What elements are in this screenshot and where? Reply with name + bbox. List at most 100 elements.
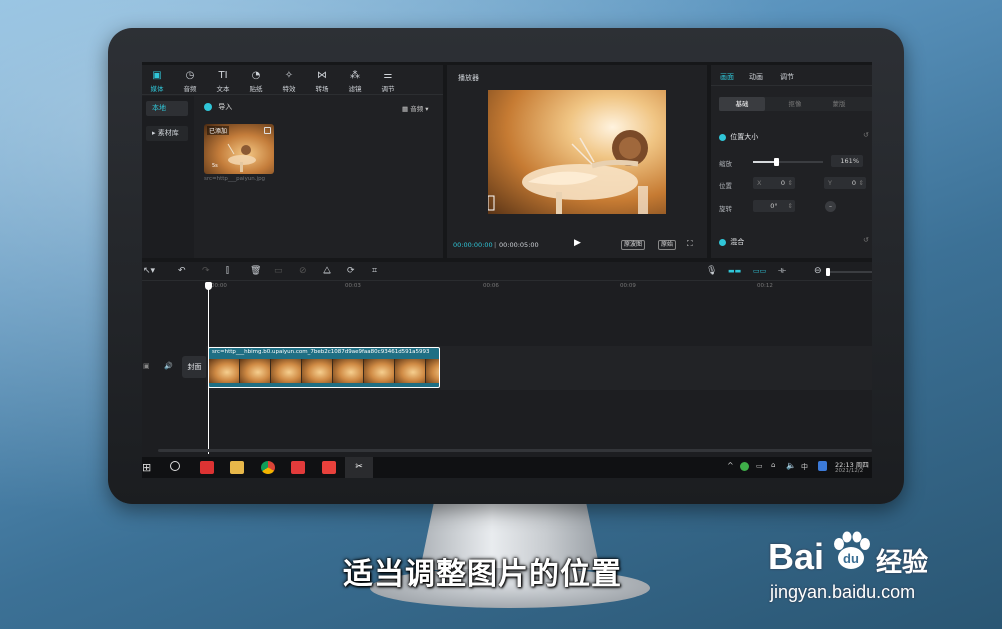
chrome-icon[interactable]: [261, 461, 275, 474]
microphone-icon[interactable]: 🎙: [706, 265, 717, 277]
grid-icon: ▦: [402, 105, 411, 113]
tool-transition[interactable]: ⋈ 转场: [307, 70, 337, 93]
checkbox-checked-icon: [719, 238, 726, 246]
crop-icon[interactable]: ⌗: [372, 265, 377, 277]
clip-name: src=http___hbimg.b0.upaiyun.com_7beb2c10…: [212, 349, 430, 355]
wps-icon[interactable]: [291, 461, 305, 474]
baidu-du-text: du: [843, 551, 859, 566]
tab-animation[interactable]: 动画: [749, 72, 763, 82]
timeline-scrollbar[interactable]: [158, 449, 872, 452]
netease-music-icon[interactable]: [200, 461, 214, 474]
section-blend[interactable]: 混合: [719, 237, 744, 247]
sidebar-item-local[interactable]: 本地: [146, 101, 188, 116]
properties-panel: 画面 动画 调节 基础 抠像 蒙版 位置大小 ↺ 缩放 161% 位置 X 0 …: [711, 65, 872, 258]
stepper-icon[interactable]: ⇕: [788, 200, 793, 212]
sticker-icon: ◔: [251, 70, 261, 81]
tool-effects[interactable]: ✧ 特效: [274, 70, 304, 93]
split-icon[interactable]: ⫿: [226, 265, 229, 277]
scale-slider[interactable]: [753, 158, 823, 166]
tool-media[interactable]: ▣ 媒体: [142, 70, 172, 93]
play-button[interactable]: ▶: [574, 238, 581, 248]
video-clip[interactable]: src=http___hbimg.b0.upaiyun.com_7beb2c10…: [208, 347, 440, 388]
track-visibility-icon[interactable]: ▣: [143, 362, 150, 370]
clip-frame: [364, 359, 395, 383]
subtab-mask[interactable]: 蒙版: [819, 97, 859, 111]
sidebar-item-library[interactable]: ▸ 素材库: [146, 126, 188, 141]
track-audio-icon[interactable]: 🔊: [164, 362, 173, 370]
freeze-icon[interactable]: ▭: [274, 265, 283, 277]
reset-icon[interactable]: ↺: [863, 131, 869, 139]
zoom-slider-handle[interactable]: [826, 268, 830, 276]
volume-icon[interactable]: 🔈: [786, 461, 796, 470]
ruler-tick: 00:09: [620, 283, 636, 289]
delete-icon[interactable]: 🗑: [250, 265, 261, 277]
tool-adjust[interactable]: ⚌ 调节: [373, 70, 403, 93]
tool-audio[interactable]: ◷ 音频: [175, 70, 205, 93]
link-icon[interactable]: ▭▭: [753, 265, 766, 277]
tab-canvas[interactable]: 画面: [720, 72, 734, 82]
tray-chevron-icon[interactable]: ^: [727, 461, 734, 470]
position-x-input[interactable]: X 0 ⇕: [753, 177, 795, 189]
current-time: 00:00:00:00: [453, 241, 493, 249]
stepper-icon[interactable]: ⇕: [859, 177, 864, 189]
filter-icon: ⁂: [350, 70, 360, 81]
section-position-size[interactable]: 位置大小: [719, 132, 758, 142]
folder-icon[interactable]: [230, 461, 244, 474]
rotate-dial[interactable]: –: [825, 201, 836, 212]
undo-icon[interactable]: ↶: [178, 265, 186, 277]
media-filename: src=http___paiyun.jpg: [204, 176, 266, 182]
tray-app-icon[interactable]: [740, 462, 749, 471]
import-button[interactable]: 导入: [204, 102, 232, 112]
cover-button[interactable]: 封面: [182, 356, 207, 378]
editor-screen: ▣媒体 ◷音频 TI文本 ◔贴纸 ✧特效 ⋈转场 ⁂滤镜 ⚌调节: [142, 62, 872, 478]
select-tool-icon[interactable]: ↖▾: [143, 265, 155, 277]
checkbox-icon[interactable]: [264, 127, 271, 134]
tray-blue-icon[interactable]: [818, 461, 827, 471]
network-icon[interactable]: ⌂: [771, 461, 775, 469]
sort-dropdown[interactable]: ▦ 音频 ▾: [402, 103, 429, 113]
capcut-icon[interactable]: ✂: [345, 457, 373, 478]
timeline-ruler[interactable]: 00:00 00:03 00:06 00:09 00:12: [206, 281, 872, 293]
tool-text[interactable]: TI 文本: [208, 70, 238, 93]
reset-icon[interactable]: ↺: [863, 236, 869, 244]
baidu-jingyan-watermark: Bai du 经验 jingyan.baidu.com: [768, 524, 958, 606]
snap-icon[interactable]: ▬▬: [728, 265, 741, 277]
scale-input[interactable]: 161%: [831, 155, 863, 167]
mirror-icon[interactable]: ⧋: [323, 265, 331, 277]
position-y-input[interactable]: Y 0 ⇕: [824, 177, 866, 189]
reverse-icon[interactable]: ⊘: [299, 265, 307, 277]
text-icon: TI: [218, 70, 228, 81]
tool-filter[interactable]: ⁂ 滤镜: [340, 70, 370, 93]
rotate-icon[interactable]: ⟳: [347, 265, 355, 277]
video-app-icon[interactable]: [322, 461, 336, 474]
zoom-slider[interactable]: [826, 268, 872, 276]
stepper-icon[interactable]: ⇕: [788, 177, 793, 189]
snail-preview-image: [488, 130, 648, 214]
ratio-button[interactable]: 原始: [658, 240, 677, 250]
tool-sticker[interactable]: ◔ 贴纸: [241, 70, 271, 93]
clip-frame: [240, 359, 271, 383]
zoom-out-icon[interactable]: ⊖: [814, 265, 822, 277]
ruler-tick: 00:12: [757, 283, 773, 289]
cortana-icon[interactable]: [170, 461, 180, 471]
preview-axis-icon[interactable]: ⟛: [778, 265, 786, 277]
scale-label: 缩放: [719, 160, 732, 168]
waveform-button[interactable]: 原波图: [621, 240, 646, 250]
media-thumbnail[interactable]: 已添加 5s: [204, 124, 274, 174]
playhead[interactable]: [205, 282, 212, 454]
playhead-handle[interactable]: [205, 282, 212, 290]
tab-adjust[interactable]: 调节: [780, 72, 794, 82]
battery-icon[interactable]: ▭: [756, 462, 763, 470]
ime-icon[interactable]: 中: [801, 462, 808, 472]
chevron-down-icon: ▾: [423, 105, 429, 113]
scale-slider-handle[interactable]: [774, 158, 780, 166]
media-panel: ▣媒体 ◷音频 TI文本 ◔贴纸 ✧特效 ⋈转场 ⁂滤镜 ⚌调节: [142, 65, 443, 258]
subtab-cutout[interactable]: 抠像: [775, 97, 815, 111]
redo-icon[interactable]: ↷: [202, 265, 210, 277]
rotate-label: 旋转: [719, 205, 732, 213]
rotate-input[interactable]: 0° ⇕: [753, 200, 795, 212]
subtab-basic[interactable]: 基础: [719, 97, 765, 111]
fullscreen-icon[interactable]: ⛶: [687, 239, 693, 249]
clock-date[interactable]: 2021/12/2: [835, 468, 863, 474]
windows-start-icon[interactable]: ⊞: [142, 461, 151, 474]
